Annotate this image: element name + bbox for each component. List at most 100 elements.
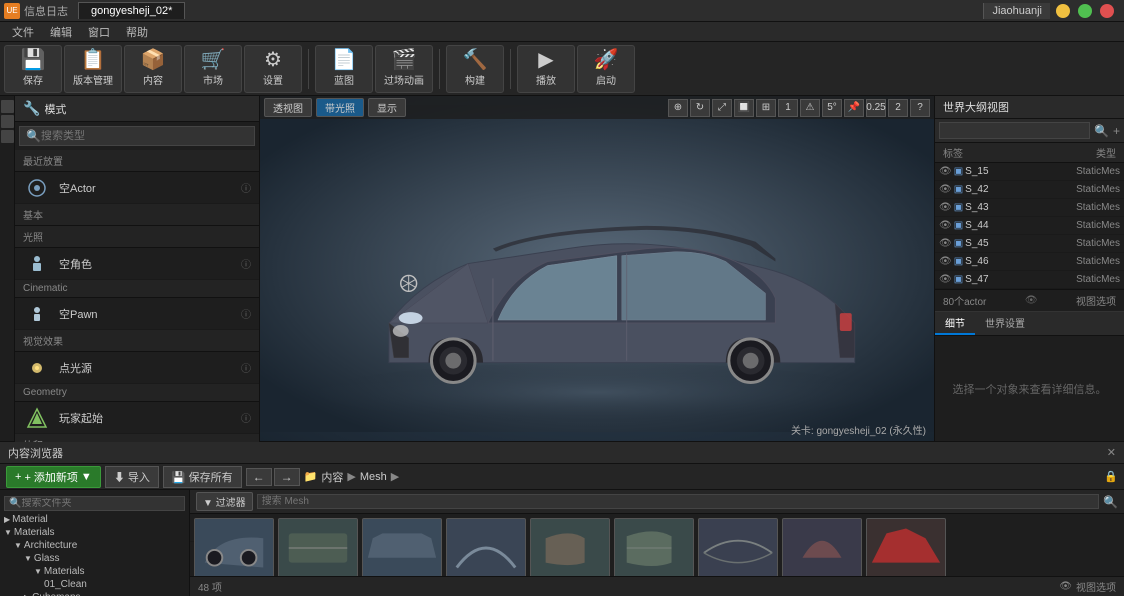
asset-item-s34[interactable]: S_34 — [698, 518, 778, 576]
launch-icon: 🚀 — [594, 50, 619, 70]
minimize-button[interactable] — [1056, 4, 1070, 18]
tree-item-glass[interactable]: Glass — [0, 552, 189, 565]
save-all-button[interactable]: 💾 保存所有 — [163, 466, 242, 488]
viewport[interactable]: 透视图 带光照 显示 ⊕ ↻ ⤢ 🔲 ⊞ 1 ⚠ 5° 📌 0.25 2 ? — [260, 96, 934, 441]
filter-button[interactable]: ▼ 过滤器 — [196, 492, 253, 511]
vp-icon-1[interactable]: 1 — [778, 99, 798, 117]
asset-item-s35[interactable]: S_35 — [782, 518, 862, 576]
outline-row-3[interactable]: 👁 ▣ S_43 StaticMes — [935, 199, 1124, 217]
actor-type-4: StaticMes — [1076, 220, 1120, 231]
tree-search-input[interactable] — [21, 498, 180, 509]
item-player-start[interactable]: 玩家起始 ⓘ — [15, 402, 259, 434]
asset-item-s29[interactable]: S_29 — [278, 518, 358, 576]
asset-item-s31[interactable]: S_31 — [446, 518, 526, 576]
toolbar-content[interactable]: 📦 内容 — [124, 45, 182, 93]
tree-label-material: Material — [12, 514, 48, 525]
nav-forward[interactable]: → — [274, 468, 300, 486]
vp-icon-grid[interactable]: ⊞ — [756, 99, 776, 117]
item-character[interactable]: 空角色 ⓘ — [15, 248, 259, 280]
asset-item-s30[interactable]: S_30 — [362, 518, 442, 576]
vp-icon-pin[interactable]: 📌 — [844, 99, 864, 117]
menu-file[interactable]: 文件 — [4, 22, 42, 42]
menu-edit[interactable]: 编辑 — [42, 22, 80, 42]
tree-item-cubemaps[interactable]: Cubemaps — [0, 591, 189, 596]
nav-arrows: ← → — [246, 468, 300, 486]
placement-search-input[interactable] — [41, 130, 248, 142]
toolbar-version[interactable]: 📋 版本管理 — [64, 45, 122, 93]
vp-perspective-btn[interactable]: 透视图 — [264, 98, 312, 117]
tree-item-architecture[interactable]: Architecture — [0, 539, 189, 552]
asset-item-s36[interactable]: S_36 — [866, 518, 946, 576]
vp-icon-angle[interactable]: 5° — [822, 99, 842, 117]
bottom-main: 🔍 Material Materials Architecture Glass … — [0, 490, 1124, 596]
vp-icon-val[interactable]: 0.25 — [866, 99, 886, 117]
breadcrumb-root[interactable]: 内容 — [321, 469, 343, 485]
tree-item-materials[interactable]: Materials — [0, 526, 189, 539]
toolbar-market[interactable]: 🛒 市场 — [184, 45, 242, 93]
menu-window[interactable]: 窗口 — [80, 22, 118, 42]
outline-row-6[interactable]: 👁 ▣ S_46 StaticMes — [935, 253, 1124, 271]
asset-item-s32[interactable]: S_32 — [530, 518, 610, 576]
maximize-button[interactable] — [1078, 4, 1092, 18]
actor-count-label: 80个actor — [943, 293, 986, 308]
vp-lit-btn[interactable]: 带光照 — [316, 98, 364, 117]
outline-row-7[interactable]: 👁 ▣ S_47 StaticMes — [935, 271, 1124, 289]
tree-item-glass-materials[interactable]: Materials — [0, 565, 189, 578]
placement-title: 模式 — [44, 101, 66, 117]
toolbar-save[interactable]: 💾 保存 — [4, 45, 62, 93]
vp-icon-rotate[interactable]: ↻ — [690, 99, 710, 117]
app-name: 信息日志 — [24, 3, 68, 19]
toolbar-build[interactable]: 🔨 构建 — [446, 45, 504, 93]
outline-search-row: 🔍 + — [935, 119, 1124, 143]
add-new-button[interactable]: + + 添加新项 ▼ — [6, 466, 101, 488]
breadcrumb-mesh[interactable]: Mesh — [360, 471, 387, 483]
toolbar-blueprint[interactable]: 📄 蓝图 — [315, 45, 373, 93]
vp-icon-more[interactable]: ? — [910, 99, 930, 117]
close-button[interactable] — [1100, 4, 1114, 18]
asset-item-s33[interactable]: S_33 — [614, 518, 694, 576]
outline-row-5[interactable]: 👁 ▣ S_45 StaticMes — [935, 235, 1124, 253]
toolbar-cutscene[interactable]: 🎬 过场动画 — [375, 45, 433, 93]
section-cinematic: Cinematic — [15, 280, 259, 298]
view-options-label[interactable]: 视图选项 — [1076, 293, 1116, 308]
toolbar-separator2 — [439, 49, 440, 89]
mode-icon-2[interactable] — [1, 115, 14, 128]
tree-item-01clean[interactable]: 01_Clean — [0, 578, 189, 591]
col-type: 类型 — [1096, 145, 1116, 160]
toolbar-play[interactable]: ▶ 播放 — [517, 45, 575, 93]
vp-icon-num[interactable]: 2 — [888, 99, 908, 117]
bottom-view-options[interactable]: 👁 视图选项 — [1059, 579, 1116, 594]
content-browser-close[interactable]: ✕ — [1107, 446, 1116, 459]
outline-row[interactable]: 👁 ▣ S_15 StaticMes — [935, 163, 1124, 181]
tab-detail[interactable]: 细节 — [935, 312, 975, 335]
item-pawn[interactable]: 空Pawn ⓘ — [15, 298, 259, 330]
import-button[interactable]: ⬇ 导入 — [105, 466, 159, 488]
outline-search-input[interactable] — [939, 122, 1090, 139]
lock-icon[interactable]: 🔒 — [1104, 470, 1118, 483]
outline-row-4[interactable]: 👁 ▣ S_44 StaticMes — [935, 217, 1124, 235]
vp-icon-scale[interactable]: ⤢ — [712, 99, 732, 117]
player-start-info: ⓘ — [241, 410, 251, 425]
vp-icon-snap[interactable]: 🔲 — [734, 99, 754, 117]
asset-search-icon[interactable]: 🔍 — [1103, 495, 1118, 509]
vp-icon-translate[interactable]: ⊕ — [668, 99, 688, 117]
vp-show-btn[interactable]: 显示 — [368, 98, 406, 117]
tree-label-01clean: 01_Clean — [44, 579, 87, 590]
toolbar-launch[interactable]: 🚀 启动 — [577, 45, 635, 93]
item-light[interactable]: 点光源 ⓘ — [15, 352, 259, 384]
tab-world[interactable]: 世界设置 — [975, 312, 1035, 335]
item-empty-actor[interactable]: 空Actor ⓘ — [15, 172, 259, 204]
mode-icon-1[interactable] — [1, 100, 14, 113]
asset-item-s28[interactable]: S_28 — [194, 518, 274, 576]
toolbar-settings[interactable]: ⚙ 设置 — [244, 45, 302, 93]
asset-search-input[interactable] — [257, 494, 1099, 509]
tree-item-material[interactable]: Material — [0, 513, 189, 526]
active-tab[interactable]: gongyesheji_02* — [78, 2, 185, 19]
mode-icon-3[interactable] — [1, 130, 14, 143]
play-icon: ▶ — [538, 50, 553, 70]
menu-help[interactable]: 帮助 — [118, 22, 156, 42]
vp-icon-warning[interactable]: ⚠ — [800, 99, 820, 117]
outline-add-icon[interactable]: + — [1113, 124, 1120, 138]
outline-row-2[interactable]: 👁 ▣ S_42 StaticMes — [935, 181, 1124, 199]
nav-back[interactable]: ← — [246, 468, 272, 486]
